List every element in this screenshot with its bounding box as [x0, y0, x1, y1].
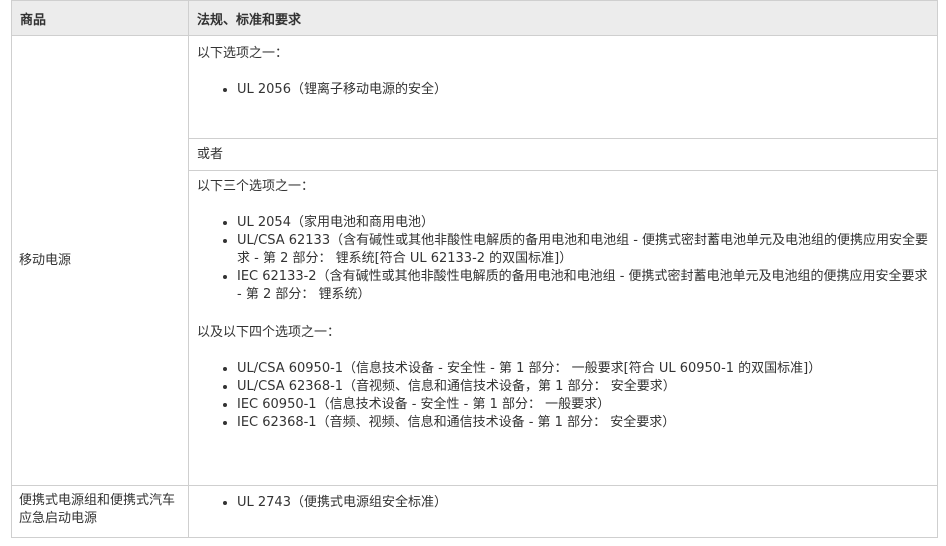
- list-item: IEC 62368-1（音频、视频、信息和通信技术设备 - 第 1 部分： 安全…: [237, 414, 929, 432]
- header-regulations: 法规、标准和要求: [188, 0, 938, 36]
- product-name: 便携式电源组和便携式汽车应急启动电源: [19, 493, 176, 526]
- requirement-intro: 以下选项之一：: [197, 46, 289, 61]
- list-item: UL 2743（便携式电源组安全标准）: [237, 494, 929, 512]
- product-name: 移动电源: [19, 252, 72, 268]
- requirement-intro-secondary: 以及以下四个选项之一：: [197, 325, 341, 340]
- list-item: UL 2054（家用电池和商用电池）: [237, 214, 929, 232]
- table-row: 移动电源 以下选项之一： UL 2056（锂离子移动电源的安全）: [11, 35, 938, 486]
- or-label: 或者: [197, 146, 224, 162]
- requirement-cell-option-1: 以下选项之一： UL 2056（锂离子移动电源的安全）: [188, 35, 938, 139]
- list-item: UL/CSA 62133（含有碱性或其他非酸性电解质的备用电池和电池组 - 便携…: [237, 232, 929, 268]
- requirement-list-secondary: UL/CSA 60950-1（信息技术设备 - 安全性 - 第 1 部分： 一般…: [197, 360, 929, 432]
- product-cell: 便携式电源组和便携式汽车应急启动电源: [11, 485, 189, 538]
- requirement-list: UL 2743（便携式电源组安全标准）: [197, 494, 929, 512]
- requirement-list: UL 2054（家用电池和商用电池） UL/CSA 62133（含有碱性或其他非…: [197, 214, 929, 304]
- list-item: IEC 60950-1（信息技术设备 - 安全性 - 第 1 部分： 一般要求）: [237, 396, 929, 414]
- requirement-cell-option-2: 以下三个选项之一： UL 2054（家用电池和商用电池） UL/CSA 6213…: [188, 170, 938, 486]
- product-cell: 移动电源: [11, 35, 189, 486]
- regulations-table: 商品 法规、标准和要求 移动电源 以下选项之一： UL 2056（锂离子移动电源…: [11, 0, 938, 538]
- requirement-cell: UL 2743（便携式电源组安全标准）: [188, 485, 938, 538]
- requirement-intro: 以下三个选项之一：: [197, 179, 315, 194]
- list-item: IEC 62133-2（含有碱性或其他非酸性电解质的备用电池和电池组 - 便携式…: [237, 268, 929, 304]
- or-cell: 或者: [188, 138, 938, 171]
- header-product: 商品: [11, 0, 189, 36]
- list-item: UL 2056（锂离子移动电源的安全）: [237, 81, 929, 99]
- list-item: UL/CSA 62368-1（音视频、信息和通信技术设备，第 1 部分： 安全要…: [237, 378, 929, 396]
- table-header-row: 商品 法规、标准和要求: [11, 0, 938, 36]
- list-item: UL/CSA 60950-1（信息技术设备 - 安全性 - 第 1 部分： 一般…: [237, 360, 929, 378]
- table-row: 便携式电源组和便携式汽车应急启动电源 UL 2743（便携式电源组安全标准）: [11, 485, 938, 538]
- requirement-list: UL 2056（锂离子移动电源的安全）: [197, 81, 929, 99]
